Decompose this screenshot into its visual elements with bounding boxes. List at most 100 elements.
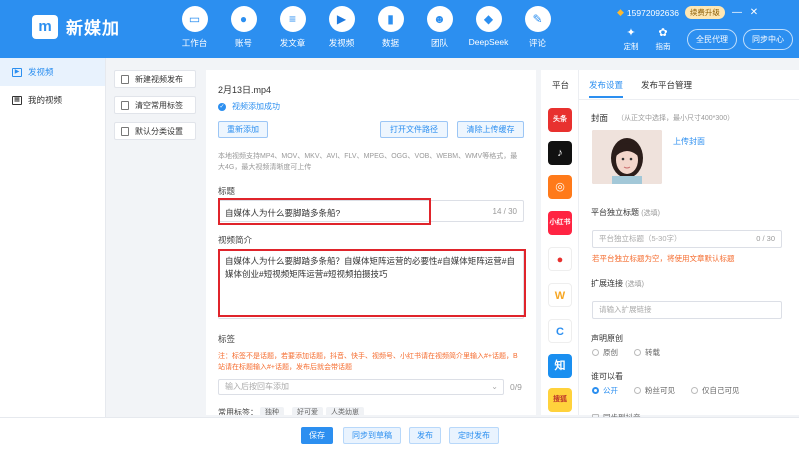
film-icon: ▦ (12, 95, 22, 105)
nav-item-0[interactable]: ▭ 工作台 (170, 6, 219, 56)
nav-label: 工作台 (181, 38, 208, 48)
tool-customize[interactable]: ✦ 定制 (617, 26, 645, 52)
independent-title-input[interactable]: 平台独立标题（5-30字） 0 / 30 (592, 230, 782, 248)
nav-label: DeepSeek (468, 37, 509, 47)
user-phone[interactable]: 15972092636 (627, 8, 679, 18)
radio-original[interactable]: 原创 (592, 347, 618, 358)
document-icon: ≡ (279, 6, 306, 32)
upload-cover-link[interactable]: 上传封面 (673, 136, 705, 147)
radio-label: 转载 (645, 348, 660, 357)
nav-label: 评论 (528, 38, 546, 48)
check-icon: ✓ (218, 102, 226, 111)
optional-tag: (选填) (641, 210, 660, 217)
baijiahao-icon[interactable]: C (548, 319, 572, 343)
clear-cache-button[interactable]: 清除上传缓存 (457, 121, 524, 138)
schedule-publish-button[interactable]: 定时发布 (449, 427, 499, 444)
readd-button[interactable]: 重新添加 (218, 121, 268, 138)
sync-draft-button[interactable]: 同步到草稿 (343, 427, 401, 444)
radio-label: 原创 (603, 348, 618, 357)
title-count: 14 / 30 (492, 207, 517, 216)
independent-title-warning: 若平台独立标题为空，将使用文章默认标题 (592, 254, 735, 263)
sidebar-item-my-videos[interactable]: ▦ 我的视频 (0, 86, 105, 114)
zhihu-icon[interactable]: 知 (548, 354, 572, 378)
action-label: 新建视频发布 (135, 74, 183, 84)
new-document-icon (121, 74, 129, 84)
radio-fans-only[interactable]: 粉丝可见 (634, 385, 675, 396)
nav-item-5[interactable]: ☻ 团队 (415, 6, 464, 56)
description-highlight-box (218, 249, 526, 317)
tags-placeholder: 输入后按回车添加 (225, 382, 289, 391)
open-path-button[interactable]: 打开文件路径 (380, 121, 448, 138)
upload-success: ✓ 视频添加成功 (218, 101, 280, 112)
nav-item-7[interactable]: ✎ 评论 (513, 6, 562, 56)
radio-dot (592, 349, 599, 356)
title-label: 标题 (218, 186, 236, 196)
platform-panel: 平台 头条 ♪ ◎ 小红书 ● W C 知搜狐 发布设置 发布平台管理 封面 （从正文中选择，… (541, 70, 799, 422)
guide-icon: ✿ (658, 27, 668, 39)
clear-tags-button[interactable]: 清空常用标签 (114, 96, 196, 114)
chevron-down-icon: ⌄ (491, 382, 498, 391)
platform-list: 平台 头条 ♪ ◎ 小红书 ● W C 知搜狐 (541, 70, 579, 415)
tags-input[interactable]: 输入后按回车添加 ⌄ (218, 379, 504, 395)
tab-publish-settings[interactable]: 发布设置 (589, 79, 624, 98)
tab-platform-management[interactable]: 发布平台管理 (641, 79, 692, 98)
tab-divider (579, 99, 799, 100)
xiaohongshu-icon[interactable]: 小红书 (548, 211, 572, 235)
logo-mark-icon: m (32, 14, 58, 39)
weishi-icon[interactable]: W (548, 283, 572, 307)
cover-thumbnail[interactable] (592, 130, 662, 184)
tags-warning: 注：标签不是话题，若要添加话题，抖音、快手、视频号、小红书请在视频简介里输入#+… (218, 353, 518, 371)
xigua-icon[interactable]: ● (548, 247, 572, 271)
comment-icon: ✎ (524, 6, 551, 32)
common-tag-chip[interactable]: 独种 (260, 407, 284, 415)
common-tag-chip[interactable]: 人类幼崽 (326, 407, 364, 415)
nav-item-1[interactable]: ● 账号 (219, 6, 268, 56)
top-bar: m 新媒加 ▭ 工作台 ● 账号 ≡ 发文章 ▶ 发视频 ▮ 数据 ☻ 团队 ◆ DeepSeek ✎ 评论 … (0, 0, 799, 58)
default-category-button[interactable]: 默认分类设置 (114, 122, 196, 140)
new-video-post-button[interactable]: 新建视频发布 (114, 70, 196, 88)
nav-item-3[interactable]: ▶ 发视频 (317, 6, 366, 56)
sidebar: ▶ 发视频 ▦ 我的视频 (0, 58, 106, 449)
action-label: 默认分类设置 (135, 126, 183, 136)
cover-label: 封面 (591, 113, 609, 123)
radio-self-only[interactable]: 仅自己可见 (691, 385, 740, 396)
clear-document-icon (121, 100, 129, 110)
nav-item-6[interactable]: ◆ DeepSeek (464, 6, 513, 56)
visibility-label: 谁可以看 (591, 372, 623, 381)
toutiao-icon[interactable]: 头条 (548, 108, 572, 132)
agent-button[interactable]: 全民代理 (687, 28, 737, 50)
sync-center-button[interactable]: 同步中心 (743, 28, 793, 50)
original-label: 声明原创 (591, 334, 623, 343)
nav-label: 账号 (234, 38, 252, 48)
sidebar-item-post-video[interactable]: ▶ 发视频 (0, 58, 105, 86)
original-radio-group: 原创 转载 (592, 347, 676, 358)
tool-label: 定制 (623, 42, 639, 51)
ext-link-input[interactable]: 请输入扩展链接 (592, 301, 782, 319)
sohu-icon[interactable]: 搜狐 (548, 388, 572, 412)
radio-public[interactable]: 公开 (592, 385, 618, 396)
minimize-icon[interactable]: — (732, 7, 742, 18)
nav-item-4[interactable]: ▮ 数据 (366, 6, 415, 56)
common-tag-chip[interactable]: 好可爱 (292, 407, 323, 415)
success-text: 视频添加成功 (232, 102, 280, 111)
nav-item-2[interactable]: ≡ 发文章 (268, 6, 317, 56)
user-icon: ● (230, 6, 257, 32)
cover-hint: （从正文中选择，最小尺寸400*300） (617, 115, 735, 122)
radio-repost[interactable]: 转载 (634, 347, 660, 358)
action-label: 清空常用标签 (135, 100, 183, 110)
save-button[interactable]: 保存 (301, 427, 333, 444)
desktop-icon: ▭ (181, 6, 208, 32)
douyin-icon[interactable]: ♪ (548, 141, 572, 165)
bottom-bar: 保存 同步到草稿 发布 定时发布 (0, 417, 799, 449)
radio-dot (634, 387, 641, 394)
tool-guide[interactable]: ✿ 指南 (649, 26, 677, 52)
publish-button[interactable]: 发布 (409, 427, 441, 444)
kuaishou-icon[interactable]: ◎ (548, 175, 572, 199)
close-icon[interactable]: ✕ (749, 7, 759, 18)
tool-row: ✦ 定制 ✿ 指南 全民代理 同步中心 (617, 26, 793, 52)
radio-dot (691, 387, 698, 394)
upgrade-button[interactable]: 续费升级 (684, 6, 725, 19)
radio-label: 仅自己可见 (702, 386, 740, 395)
tags-label: 标签 (218, 334, 236, 344)
ext-link-placeholder: 请输入扩展链接 (599, 305, 652, 314)
